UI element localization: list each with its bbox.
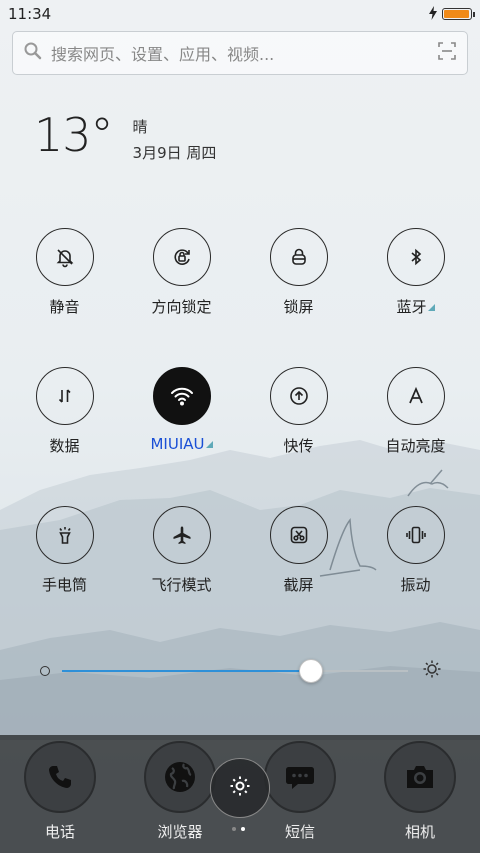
search-bar[interactable]: 搜索网页、设置、应用、视频... [12, 31, 468, 75]
date: 3月9日 周四 [132, 144, 217, 162]
vibrate-icon[interactable] [386, 506, 445, 564]
wifi-icon[interactable] [152, 367, 211, 425]
toggle-flashlight[interactable]: 手电筒 [6, 506, 123, 645]
rotation-lock-icon[interactable] [152, 228, 211, 286]
toggle-label: 蓝牙 [396, 298, 427, 316]
battery-level [444, 10, 469, 18]
search-input[interactable]: 搜索网页、设置、应用、视频... [51, 41, 437, 65]
quick-toggles: 静音 方向锁定 锁屏 蓝牙 数据 MIUIAU 快传 自动亮度 手电筒 飞行模式… [6, 228, 474, 645]
gear-icon [228, 774, 252, 802]
clock: 11:34 [8, 5, 52, 23]
bluetooth-icon[interactable] [386, 228, 445, 286]
phone-icon[interactable] [24, 741, 96, 813]
expand-corner-icon [427, 304, 435, 311]
slider-track[interactable] [62, 659, 408, 683]
status-bar: 11:34 [0, 0, 480, 28]
toggle-row: 手电筒 飞行模式 截屏 振动 [6, 506, 474, 645]
toggle-row: 数据 MIUIAU 快传 自动亮度 [6, 367, 474, 506]
search-icon [23, 41, 43, 65]
page-indicator [232, 827, 245, 831]
flashlight-icon[interactable] [35, 506, 94, 564]
page-dot [232, 827, 236, 831]
message-icon[interactable] [264, 741, 336, 813]
toggle-lock-screen[interactable]: 锁屏 [240, 228, 357, 367]
bolt-icon [428, 5, 438, 24]
scan-icon[interactable] [437, 41, 457, 65]
toggle-rotation-lock[interactable]: 方向锁定 [123, 228, 240, 367]
battery-icon [442, 8, 475, 20]
brightness-slider[interactable] [38, 655, 442, 687]
toggle-mobile-data[interactable]: 数据 [6, 367, 123, 506]
brightness-low-icon [40, 666, 50, 676]
screenshot-icon[interactable] [269, 506, 328, 564]
quick-transfer-icon[interactable] [269, 367, 328, 425]
toggle-screenshot[interactable]: 截屏 [240, 506, 357, 645]
toggle-bluetooth[interactable]: 蓝牙 [357, 228, 474, 367]
expand-corner-icon [205, 441, 213, 448]
toggle-label: MIUIAU [150, 435, 205, 453]
temperature: 13° [34, 108, 114, 162]
slider-thumb[interactable] [299, 659, 324, 683]
status-icons [428, 5, 475, 24]
settings-button[interactable] [210, 758, 270, 818]
lock-icon[interactable] [269, 228, 328, 286]
mobile-data-icon[interactable] [35, 367, 94, 425]
airplane-icon[interactable] [152, 506, 211, 564]
weather-widget[interactable]: 13° 晴 3月9日 周四 [34, 110, 216, 163]
toggle-row: 静音 方向锁定 锁屏 蓝牙 [6, 228, 474, 367]
weather-condition: 晴 [132, 118, 148, 136]
toggle-quick-transfer[interactable]: 快传 [240, 367, 357, 506]
brightness-high-icon [422, 659, 442, 683]
toggle-silent[interactable]: 静音 [6, 228, 123, 367]
toggle-auto-brightness[interactable]: 自动亮度 [357, 367, 474, 506]
dock-app-phone[interactable]: 电话 [0, 741, 120, 842]
toggle-wifi[interactable]: MIUIAU [123, 367, 240, 506]
toggle-vibrate[interactable]: 振动 [357, 506, 474, 645]
bell-off-icon[interactable] [35, 228, 94, 286]
dock-app-camera[interactable]: 相机 [360, 741, 480, 842]
globe-icon[interactable] [144, 741, 216, 813]
slider-fill [62, 670, 312, 672]
camera-icon[interactable] [384, 741, 456, 813]
toggle-airplane[interactable]: 飞行模式 [123, 506, 240, 645]
page-dot-active [241, 827, 245, 831]
auto-brightness-icon[interactable] [386, 367, 445, 425]
